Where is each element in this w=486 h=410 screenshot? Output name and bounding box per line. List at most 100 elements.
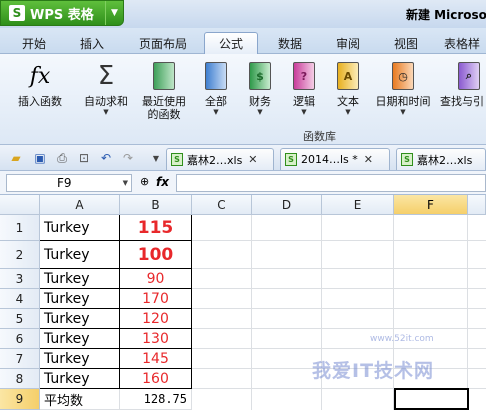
- column-header-d[interactable]: D: [252, 195, 322, 215]
- column-header-e[interactable]: E: [322, 195, 394, 215]
- row-header[interactable]: 1: [0, 215, 40, 241]
- cell-b2[interactable]: 100: [120, 241, 192, 269]
- undo-icon[interactable]: ↶: [98, 150, 114, 166]
- grid-line: [192, 348, 486, 349]
- chevron-down-icon[interactable]: ▼: [400, 108, 405, 116]
- row-header[interactable]: 5: [0, 309, 40, 329]
- cell-a1[interactable]: Turkey: [40, 215, 120, 241]
- column-header-b[interactable]: B: [120, 195, 192, 215]
- doc-tab-3[interactable]: S 嘉林2…xls: [396, 148, 486, 170]
- column-header-c[interactable]: C: [192, 195, 252, 215]
- cell-b4[interactable]: 170: [120, 289, 192, 309]
- close-icon[interactable]: ✕: [248, 153, 257, 166]
- cell-b6[interactable]: 130: [120, 329, 192, 349]
- open-folder-icon[interactable]: ▰: [8, 150, 24, 166]
- select-all-corner[interactable]: [0, 195, 40, 215]
- print-icon[interactable]: ⎙: [54, 150, 70, 166]
- book-all-icon: [201, 60, 231, 92]
- watermark-url: www.52it.com: [370, 334, 434, 344]
- tab-review[interactable]: 审阅: [328, 32, 368, 54]
- finance-label: 财务: [249, 95, 271, 108]
- book-finance-icon: $: [245, 60, 275, 92]
- sigma-icon: Σ: [97, 61, 115, 91]
- cell-a5[interactable]: Turkey: [40, 309, 120, 329]
- doc-tab-2-label: 2014…ls *: [301, 153, 358, 166]
- ribbon-formulas: fx 插入函数 Σ 自动求和 ▼ 最近使用 的函数 全部 ▼ $ 财务 ▼ ? …: [0, 54, 486, 145]
- formula-input[interactable]: [176, 174, 486, 192]
- datetime-functions-button[interactable]: ◷ 日期和时间 ▼: [370, 60, 436, 130]
- save-icon[interactable]: ▣: [32, 150, 48, 166]
- chevron-down-icon[interactable]: ▼: [301, 108, 306, 116]
- chevron-down-icon[interactable]: ▼: [148, 150, 164, 166]
- all-label: 全部: [205, 95, 227, 108]
- doc-tab-1-label: 嘉林2…xls: [187, 153, 243, 167]
- text-label: 文本: [337, 95, 359, 108]
- group-label-function-library: 函数库: [303, 130, 336, 143]
- chevron-down-icon[interactable]: ▼: [213, 108, 218, 116]
- cell-a7[interactable]: Turkey: [40, 349, 120, 369]
- logic-functions-button[interactable]: ? 逻辑 ▼: [284, 60, 324, 130]
- column-header-a[interactable]: A: [40, 195, 120, 215]
- wps-logo-icon: S: [9, 5, 25, 21]
- row-header[interactable]: 9: [0, 389, 40, 410]
- recent-functions-button[interactable]: 最近使用 的函数: [136, 60, 192, 130]
- cell-b5[interactable]: 120: [120, 309, 192, 329]
- column-header-g[interactable]: [468, 195, 486, 215]
- row-header[interactable]: 4: [0, 289, 40, 309]
- row-header[interactable]: 3: [0, 269, 40, 289]
- tab-insert[interactable]: 插入: [72, 32, 112, 54]
- tab-page-layout[interactable]: 页面布局: [132, 32, 194, 54]
- cell-b7[interactable]: 145: [120, 349, 192, 369]
- all-functions-button[interactable]: 全部 ▼: [196, 60, 236, 130]
- app-menu-button[interactable]: S WPS 表格 ▼: [0, 0, 124, 26]
- doc-tab-2[interactable]: S 2014…ls * ✕: [280, 148, 390, 170]
- tab-table-style[interactable]: 表格样: [444, 32, 486, 54]
- column-header-f[interactable]: F: [394, 195, 468, 215]
- print-preview-icon[interactable]: ⊡: [76, 150, 92, 166]
- cell-b1[interactable]: 115: [120, 215, 192, 241]
- tab-start[interactable]: 开始: [14, 32, 54, 54]
- row-header[interactable]: 2: [0, 241, 40, 269]
- autosum-label: 自动求和: [84, 95, 128, 108]
- row-header[interactable]: 8: [0, 369, 40, 389]
- watermark: 我爱IT技术网: [312, 360, 435, 382]
- finance-functions-button[interactable]: $ 财务 ▼: [240, 60, 280, 130]
- cell-b9[interactable]: 128.75: [120, 389, 192, 410]
- text-functions-button[interactable]: A 文本 ▼: [328, 60, 368, 130]
- logic-label: 逻辑: [293, 95, 315, 108]
- chevron-down-icon[interactable]: ▼: [123, 179, 128, 187]
- autosum-button[interactable]: Σ 自动求和 ▼: [78, 60, 134, 130]
- cell-a3[interactable]: Turkey: [40, 269, 120, 289]
- cell-a8[interactable]: Turkey: [40, 369, 120, 389]
- chevron-down-icon[interactable]: ▼: [257, 108, 262, 116]
- tab-data[interactable]: 数据: [270, 32, 310, 54]
- chevron-down-icon[interactable]: ▼: [345, 108, 350, 116]
- row-header[interactable]: 6: [0, 329, 40, 349]
- grid-line: [192, 240, 486, 241]
- tab-view[interactable]: 视图: [386, 32, 426, 54]
- cell-b8[interactable]: 160: [120, 369, 192, 389]
- zoom-icon[interactable]: ⊕: [140, 175, 149, 188]
- cell-a6[interactable]: Turkey: [40, 329, 120, 349]
- spreadsheet-icon: S: [171, 153, 183, 166]
- cell-a2[interactable]: Turkey: [40, 241, 120, 269]
- cell-b3[interactable]: 90: [120, 269, 192, 289]
- book-clock-icon: ◷: [388, 60, 418, 92]
- cell-a4[interactable]: Turkey: [40, 289, 120, 309]
- cell-a9[interactable]: 平均数: [40, 389, 120, 410]
- tab-formulas[interactable]: 公式: [204, 32, 258, 54]
- book-text-icon: A: [333, 60, 363, 92]
- lookup-functions-button[interactable]: ⌕ 查找与引: [440, 60, 486, 130]
- redo-icon[interactable]: ↷: [120, 150, 136, 166]
- title-bar: S WPS 表格 ▼ 新建 Microso: [0, 0, 486, 28]
- doc-tab-1[interactable]: S 嘉林2…xls ✕: [166, 148, 274, 170]
- chevron-down-icon[interactable]: ▼: [103, 108, 108, 116]
- window-title: 新建 Microso: [406, 8, 486, 22]
- insert-function-button[interactable]: fx 插入函数: [10, 60, 70, 130]
- close-icon[interactable]: ✕: [364, 153, 373, 166]
- name-box[interactable]: F9 ▼: [6, 174, 132, 192]
- selected-cell-f9[interactable]: [394, 388, 469, 410]
- fx-icon[interactable]: fx: [156, 175, 169, 189]
- chevron-down-icon[interactable]: ▼: [105, 1, 123, 25]
- row-header[interactable]: 7: [0, 349, 40, 369]
